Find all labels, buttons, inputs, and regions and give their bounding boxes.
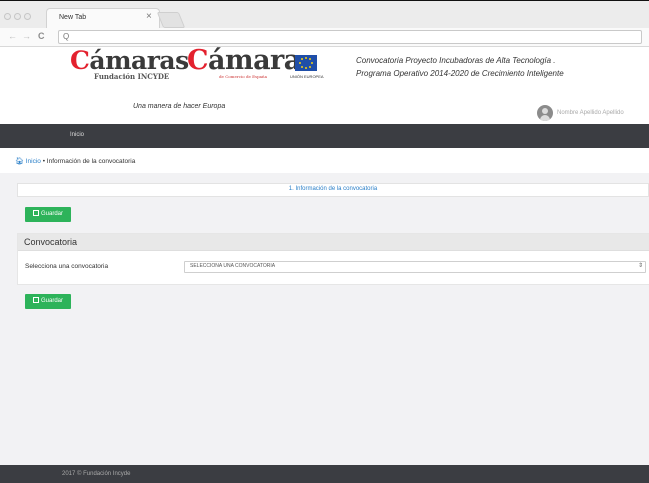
forward-arrow-icon[interactable]: →	[22, 31, 31, 41]
nav-item-inicio[interactable]: Inicio	[70, 132, 84, 138]
logo1-text: ámaras	[89, 46, 189, 75]
breadcrumb-home-link[interactable]: Inicio	[26, 158, 41, 165]
close-window-icon[interactable]	[4, 13, 11, 20]
breadcrumb: 🏠︎ Inicio • Información de la convocator…	[15, 157, 135, 165]
search-icon: Q	[63, 32, 70, 41]
copyright-text: 2017 © Fundación Incyde	[62, 471, 131, 477]
minimize-window-icon[interactable]	[14, 13, 21, 20]
breadcrumb-separator: •	[42, 158, 45, 165]
main-content	[0, 173, 649, 465]
reload-icon[interactable]: C	[38, 31, 45, 41]
step-1-tab[interactable]: 1. Información de la convocatoria	[18, 186, 648, 192]
save-button-label: Guardar	[40, 298, 63, 304]
select-arrows-icon: ⇕	[637, 263, 643, 269]
main-navbar: Inicio	[0, 124, 649, 148]
program-title-line2: Programa Operativo 2014-2020 de Crecimie…	[356, 69, 564, 78]
program-title-line1: Convocatoria Proyecto Incubadoras de Alt…	[356, 56, 556, 65]
tab-close-icon[interactable]: ×	[146, 12, 152, 22]
camaras-incyde-logo: Cámaras Fundación INCYDE	[70, 46, 189, 82]
camara-espana-logo: Cámara de Comercio de España	[187, 45, 301, 80]
logo2-text: ámara	[208, 45, 301, 76]
save-button-bottom[interactable]: Guardar	[25, 294, 71, 309]
browser-toolbar: ← → C Q	[0, 28, 649, 47]
zoom-window-icon[interactable]	[24, 13, 31, 20]
floppy-disk-icon	[32, 297, 39, 303]
tab-title: New Tab	[59, 14, 87, 21]
page-header: Cámaras Fundación INCYDE Cámara de Comer…	[0, 47, 649, 124]
eu-label: UNIÓN EUROPEA	[290, 74, 324, 79]
panel-header: Convocatoria	[18, 234, 649, 251]
browser-tab-bar: New Tab ×	[0, 1, 649, 30]
user-avatar-icon[interactable]	[537, 105, 553, 121]
logo1-initial: C	[70, 46, 90, 75]
tagline: Una manera de hacer Europa	[133, 103, 226, 110]
browser-tab[interactable]: New Tab ×	[46, 8, 160, 30]
save-button-label: Guardar	[40, 211, 63, 217]
logo2-subtitle: de Comercio de España	[219, 74, 268, 79]
convocatoria-panel: Convocatoria Selecciona una convocatoria…	[17, 233, 649, 285]
user-name[interactable]: Nombre Apellido Apellido	[557, 110, 624, 116]
save-button-top[interactable]: Guardar	[25, 207, 71, 222]
select-value: SELECCIONA UNA CONVOCATORIA	[190, 263, 276, 269]
convocatoria-field-label: Selecciona una convocatoria	[25, 263, 109, 270]
breadcrumb-current: Información de la convocatoria	[46, 158, 136, 165]
home-icon[interactable]: 🏠︎	[15, 158, 24, 165]
new-tab-button[interactable]	[156, 12, 186, 28]
page-footer: 2017 © Fundación Incyde	[0, 465, 649, 483]
floppy-disk-icon	[32, 210, 39, 216]
address-bar[interactable]: Q	[58, 30, 642, 44]
logo2-initial: C	[187, 45, 209, 76]
panel-title: Convocatoria	[24, 237, 78, 247]
back-arrow-icon[interactable]: ←	[8, 31, 17, 41]
logo1-subtitle: Fundación INCYDE	[94, 72, 170, 81]
wizard-steps: 1. Información de la convocatoria	[17, 183, 649, 197]
eu-flag-icon	[295, 55, 317, 71]
convocatoria-select[interactable]: SELECCIONA UNA CONVOCATORIA ⇕	[184, 261, 646, 273]
